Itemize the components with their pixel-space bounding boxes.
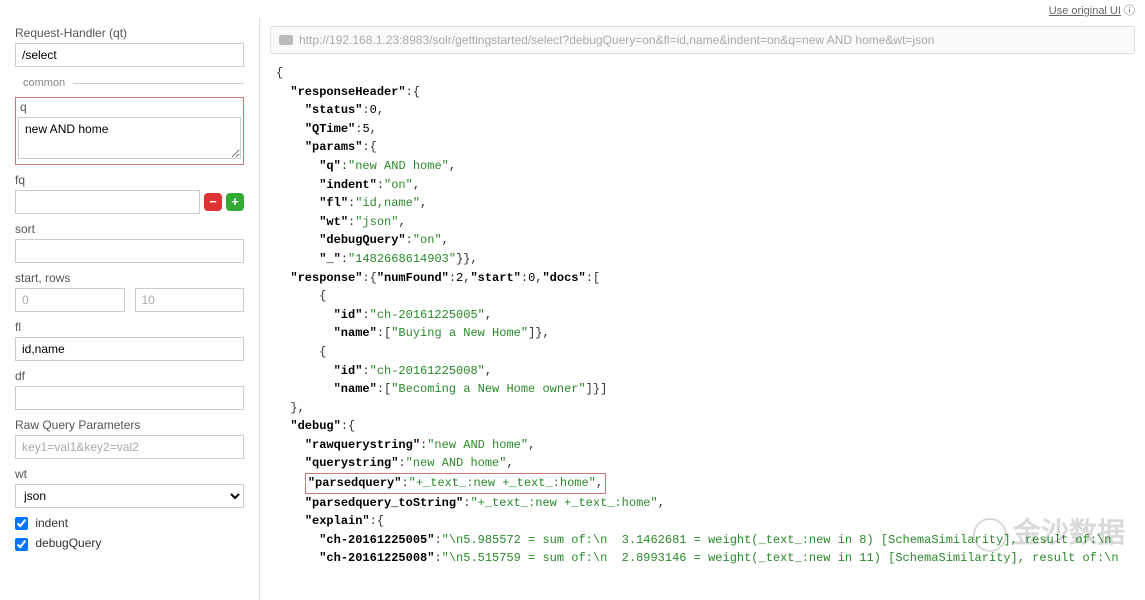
sort-label: sort [15, 222, 244, 236]
q-label: q [16, 98, 243, 114]
handler-label: Request-Handler (qt) [15, 26, 244, 40]
common-legend: common [15, 77, 73, 89]
fq-remove-button[interactable]: − [204, 193, 222, 211]
handler-input[interactable] [15, 43, 244, 67]
link-icon [279, 35, 293, 45]
df-label: df [15, 369, 244, 383]
json-response: { "responseHeader":{ "status":0, "QTime"… [270, 60, 1135, 586]
rows-input[interactable] [135, 288, 245, 312]
response-panel: http://192.168.1.23:8983/solr/gettingsta… [260, 18, 1145, 600]
start-input[interactable] [15, 288, 125, 312]
q-input[interactable] [18, 117, 241, 159]
raw-input[interactable] [15, 435, 244, 459]
raw-label: Raw Query Parameters [15, 418, 244, 432]
wt-select[interactable]: json [15, 484, 244, 508]
query-form-sidebar: Request-Handler (qt) common q fq − + sor… [0, 18, 260, 600]
request-url[interactable]: http://192.168.1.23:8983/solr/gettingsta… [270, 26, 1135, 54]
fl-input[interactable] [15, 337, 244, 361]
startrows-label: start, rows [15, 271, 244, 285]
url-text: http://192.168.1.23:8983/solr/gettingsta… [299, 33, 934, 47]
fq-input[interactable] [15, 190, 200, 214]
fl-label: fl [15, 320, 244, 334]
indent-label: indent [35, 516, 68, 530]
fq-add-button[interactable]: + [226, 193, 244, 211]
df-input[interactable] [15, 386, 244, 410]
debugquery-label: debugQuery [35, 536, 101, 550]
fq-label: fq [15, 173, 244, 187]
wt-label: wt [15, 467, 244, 481]
top-link[interactable]: Use original UI ⓘ [0, 0, 1145, 18]
debugquery-checkbox[interactable] [15, 538, 28, 551]
indent-checkbox[interactable] [15, 517, 28, 530]
sort-input[interactable] [15, 239, 244, 263]
q-field-highlighted: q [15, 97, 244, 165]
